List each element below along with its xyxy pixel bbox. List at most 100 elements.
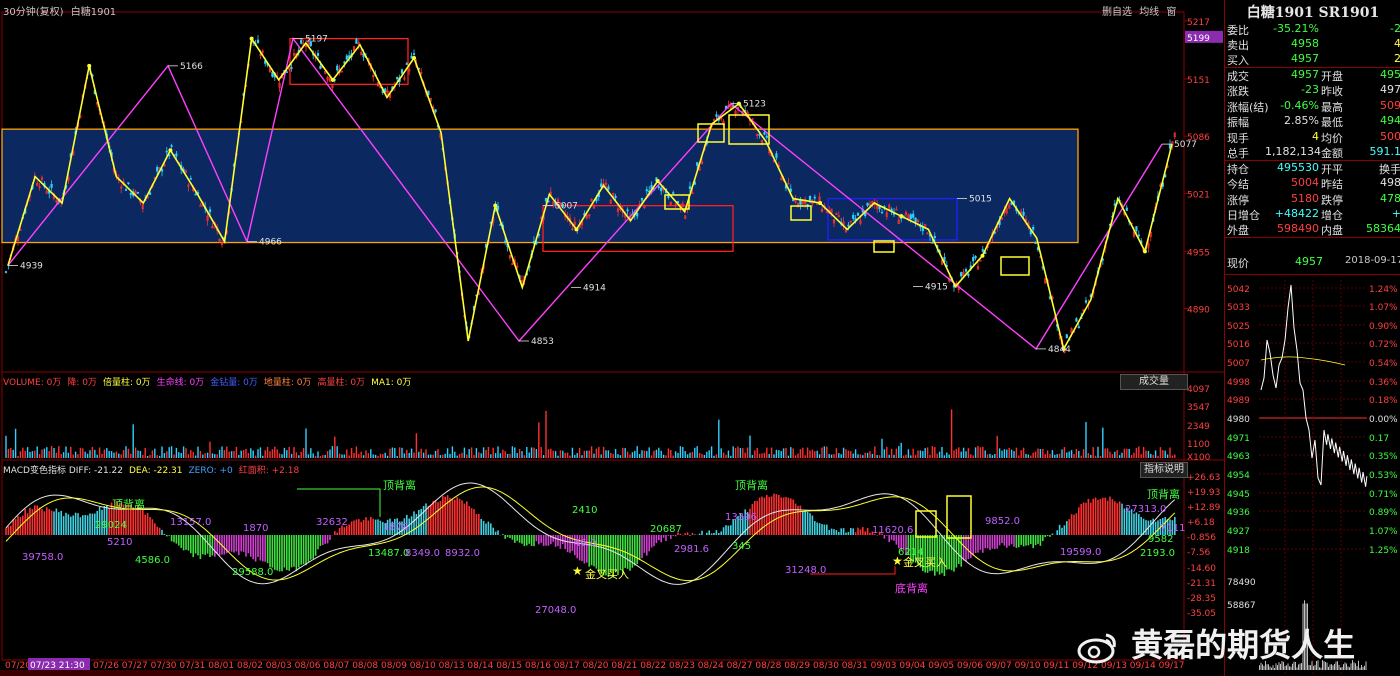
mini-volume-bar	[1274, 667, 1275, 670]
macd-histogram-bar	[72, 515, 74, 535]
macd-histogram-bar	[540, 535, 542, 543]
volume-bar	[454, 451, 456, 458]
mini-left-tick: 4918	[1227, 546, 1250, 556]
macd-histogram-bar	[727, 525, 730, 535]
x-date-label: 09/03	[871, 661, 897, 671]
macd-histogram-bar	[1157, 520, 1159, 535]
macd-histogram-bar	[235, 535, 238, 552]
volume-bar	[1140, 454, 1142, 458]
volume-bar	[931, 446, 934, 458]
mini-volume-bar	[1290, 666, 1292, 670]
volume-bar	[739, 448, 742, 458]
window-button[interactable]: 窗	[1166, 7, 1176, 18]
volume-bar	[670, 449, 672, 458]
macd-histogram-bar	[554, 535, 557, 547]
macd-histogram-bar	[456, 497, 458, 535]
volume-bar	[353, 453, 355, 458]
mini-volume-bar	[1341, 667, 1343, 670]
macd-histogram-bar	[804, 510, 806, 535]
macd-histogram-bar	[1080, 503, 1082, 535]
macd-histogram-bar	[559, 535, 562, 549]
volume-bar	[763, 452, 766, 458]
macd-histogram-bar	[139, 508, 142, 535]
volume-bar	[305, 428, 307, 458]
ma-button[interactable]: 均线	[1139, 7, 1159, 18]
macd-histogram-bar	[132, 507, 134, 535]
volume-bar	[1061, 449, 1063, 458]
period-label[interactable]: 30分钟(复权)	[3, 7, 64, 18]
macd-histogram-bar	[343, 527, 346, 535]
volume-bar	[523, 455, 526, 458]
volume-tick-label: 2349	[1187, 422, 1210, 432]
volume-bar	[588, 450, 590, 458]
macd-histogram-bar	[194, 535, 197, 554]
macd-legend-item: ZERO: +0	[188, 466, 233, 476]
volume-bar	[866, 452, 869, 458]
volume-bar	[566, 452, 569, 458]
macd-histogram-bar	[178, 535, 180, 546]
macd-histogram-bar	[149, 517, 151, 535]
volume-bar	[175, 447, 178, 458]
volume-bar	[218, 449, 221, 458]
volume-bar	[26, 447, 29, 458]
macd-histogram-bar	[338, 527, 341, 535]
volume-bar	[1070, 450, 1073, 458]
candle-body	[271, 71, 274, 77]
macd-histogram-bar	[953, 535, 955, 572]
macd-histogram-bar	[818, 523, 821, 535]
macd-histogram-bar	[185, 535, 187, 550]
volume-bar	[362, 455, 365, 458]
candle-body	[160, 168, 164, 172]
kline-chart-area[interactable]: 5166 5197 4966 4939 4853 5007 4914 5123 5015 4915…	[0, 0, 1224, 676]
macd-histogram-bar	[310, 535, 312, 560]
intraday-minichart[interactable]: 5042 5033 5025 5016 5007 4998 4989 4980 4971 4963…	[1225, 280, 1400, 676]
candle-body	[400, 69, 404, 74]
candle-body	[4, 271, 8, 273]
volume-bar	[1001, 450, 1003, 458]
volume-indicator-button[interactable]: 成交量	[1120, 374, 1188, 390]
macd-area-value: 31248.0	[785, 565, 826, 576]
mini-left-tick: 5007	[1227, 359, 1250, 369]
volume-bar	[173, 454, 175, 458]
macd-area-value: 11620.6	[872, 525, 913, 536]
volume-bar	[247, 452, 250, 458]
x-date-label: 07/30	[151, 661, 177, 671]
quote-label: 买入	[1227, 54, 1249, 67]
macd-histogram-bar	[974, 535, 977, 554]
macd-histogram-bar	[691, 532, 694, 535]
indicator-help-button[interactable]: 指标说明	[1140, 462, 1188, 478]
volume-bar	[977, 446, 979, 458]
macd-histogram-bar	[1145, 520, 1147, 535]
candle-body	[607, 186, 610, 190]
volume-bar	[470, 447, 473, 458]
volume-bar	[206, 452, 209, 458]
price-annotation-label: 4853	[531, 337, 554, 347]
macd-histogram-bar	[655, 535, 658, 544]
quote-label: 现手	[1227, 132, 1249, 145]
volume-bar	[842, 447, 845, 458]
price-axis: 5217 5151 5086 5021 4955 4890 5199	[1184, 18, 1223, 315]
volume-bar	[55, 452, 58, 458]
macd-annotation: 顶背离	[1147, 487, 1180, 501]
volume-bar	[936, 453, 938, 458]
candle-body	[1137, 234, 1140, 237]
remove-watchlist-button[interactable]: 删自选	[1102, 7, 1132, 18]
macd-histogram-bar	[838, 532, 840, 535]
volume-bar	[149, 454, 151, 458]
macd-histogram-bar	[307, 535, 310, 562]
volume-bar	[1094, 455, 1097, 458]
volume-bar	[19, 451, 22, 458]
volume-bar	[240, 450, 242, 458]
macd-tick-label: -28.35	[1187, 594, 1216, 604]
macd-area-value: 8349.0	[405, 548, 440, 559]
quote-value: 5004	[1291, 176, 1319, 189]
macd-histogram-bar	[26, 513, 29, 535]
volume-legend-item: 生命线: 0万	[156, 378, 205, 388]
candle-body	[981, 249, 984, 252]
volume-bar	[902, 455, 905, 458]
candle-body	[626, 209, 629, 212]
volume-bar	[900, 442, 902, 458]
volume-bar	[874, 446, 876, 458]
volume-bar	[1015, 447, 1018, 458]
quote-label: 日增仓	[1227, 209, 1260, 222]
